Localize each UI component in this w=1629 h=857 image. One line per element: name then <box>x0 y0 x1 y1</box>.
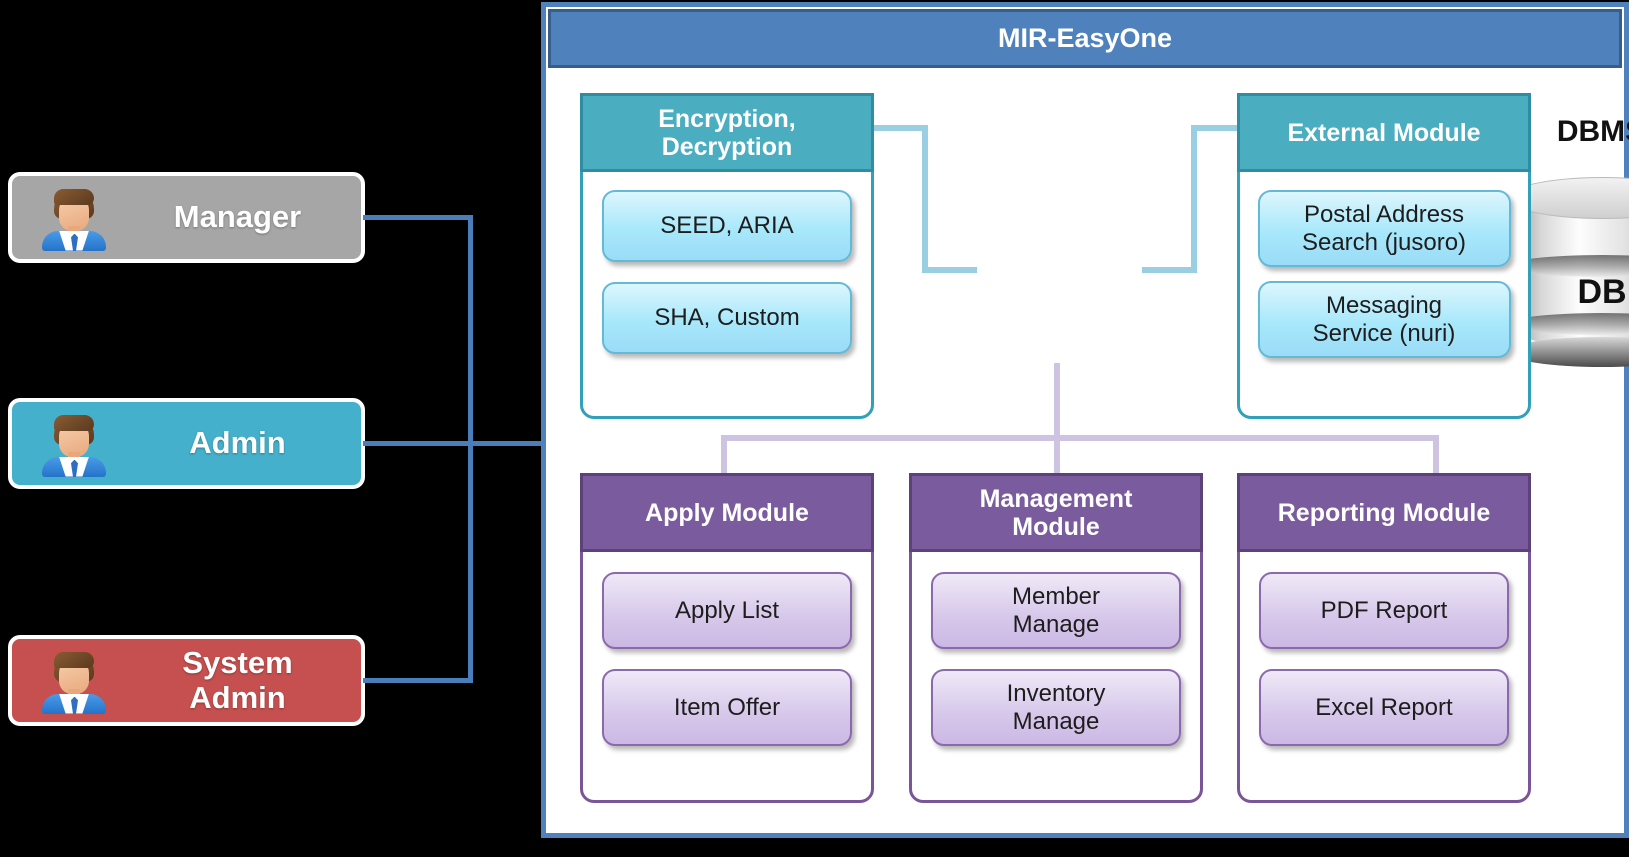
actors-panel: Manager Admin System Admin <box>0 0 568 857</box>
connector-manager-horizontal <box>363 215 473 220</box>
sub-item-item-offer[interactable]: Item Offer <box>602 669 852 746</box>
connector-external-to-db-v <box>1191 125 1197 273</box>
module-reporting-title: Reporting Module <box>1277 498 1491 527</box>
businessman-icon <box>38 187 110 251</box>
sub-item-excel-report-label: Excel Report <box>1315 693 1453 721</box>
dbms-label: DBMS <box>1556 115 1629 148</box>
sub-item-pdf-report-label: PDF Report <box>1320 596 1448 624</box>
sub-item-inventory-manage-label: Inventory Manage <box>1006 679 1106 735</box>
module-external-body: Postal Address Search (jusoro) Messaging… <box>1240 190 1528 358</box>
actor-system-admin[interactable]: System Admin <box>8 635 365 726</box>
sub-item-sha-custom-label: SHA, Custom <box>654 304 800 332</box>
module-apply-body: Apply List Item Offer <box>583 572 871 746</box>
module-encryption-header: Encryption, Decryption <box>580 93 874 172</box>
actor-manager[interactable]: Manager <box>8 172 365 263</box>
connector-bus-to-reporting <box>1433 435 1439 473</box>
connector-encryption-to-db-v <box>922 125 928 273</box>
sub-item-postal-address-search-label: Postal Address Search (jusoro) <box>1301 200 1467 256</box>
connector-systemadmin-horizontal <box>363 678 473 683</box>
module-encryption-body: SEED, ARIA SHA, Custom <box>583 190 871 354</box>
actor-admin[interactable]: Admin <box>8 398 365 489</box>
connector-db-drop <box>1054 363 1060 473</box>
sub-item-excel-report[interactable]: Excel Report <box>1259 669 1509 746</box>
module-apply-title: Apply Module <box>645 498 809 527</box>
connector-actor-trunk-vertical <box>468 215 473 683</box>
module-management-header: Management Module <box>909 473 1203 552</box>
sub-item-item-offer-label: Item Offer <box>673 693 781 721</box>
connector-external-to-db-h2 <box>1142 267 1197 273</box>
businessman-icon <box>38 413 110 477</box>
actor-admin-label: Admin <box>189 425 286 461</box>
sub-item-messaging-service-label: Messaging Service (nuri) <box>1312 291 1456 347</box>
businessman-icon <box>38 650 110 714</box>
module-reporting-body: PDF Report Excel Report <box>1240 572 1528 746</box>
sub-item-member-manage-label: Member Manage <box>1011 582 1101 638</box>
sub-item-apply-list[interactable]: Apply List <box>602 572 852 649</box>
connector-bus-to-apply <box>721 435 727 473</box>
module-external[interactable]: External Module Postal Address Search (j… <box>1237 93 1531 419</box>
module-management-title: Management Module <box>979 484 1133 541</box>
connector-encryption-to-db-h2 <box>922 267 977 273</box>
sub-item-pdf-report[interactable]: PDF Report <box>1259 572 1509 649</box>
database-label: DB <box>1577 273 1627 311</box>
sub-item-member-manage[interactable]: Member Manage <box>931 572 1181 649</box>
sub-item-postal-address-search[interactable]: Postal Address Search (jusoro) <box>1257 190 1511 267</box>
module-management[interactable]: Management Module Member Manage Inventor… <box>909 473 1203 803</box>
application-panel: MIR-EasyOne DBMS DB Encryption, Decrypti… <box>541 2 1629 838</box>
sub-item-messaging-service[interactable]: Messaging Service (nuri) <box>1257 281 1511 358</box>
module-encryption-title: Encryption, Decryption <box>658 104 796 161</box>
module-encryption[interactable]: Encryption, Decryption SEED, ARIA SHA, C… <box>580 93 874 419</box>
connector-encryption-to-db-h1 <box>873 125 928 131</box>
sub-item-sha-custom[interactable]: SHA, Custom <box>602 282 852 354</box>
sub-item-inventory-manage[interactable]: Inventory Manage <box>931 669 1181 746</box>
module-external-header: External Module <box>1237 93 1531 172</box>
module-reporting-header: Reporting Module <box>1237 473 1531 552</box>
module-reporting[interactable]: Reporting Module PDF Report Excel Report <box>1237 473 1531 803</box>
app-title-bar: MIR-EasyOne <box>548 9 1622 68</box>
connector-admin-horizontal <box>363 441 473 446</box>
sub-item-apply-list-label: Apply List <box>674 596 780 624</box>
sub-item-seed-aria[interactable]: SEED, ARIA <box>602 190 852 262</box>
connector-bottom-bus <box>721 435 1439 441</box>
sub-item-seed-aria-label: SEED, ARIA <box>660 212 794 240</box>
module-apply-header: Apply Module <box>580 473 874 552</box>
module-external-title: External Module <box>1287 118 1481 147</box>
actor-system-admin-label: System Admin <box>182 644 293 715</box>
actor-manager-label: Manager <box>173 199 302 235</box>
page-title: MIR-EasyOne <box>997 23 1173 53</box>
module-management-body: Member Manage Inventory Manage <box>912 572 1200 746</box>
module-apply[interactable]: Apply Module Apply List Item Offer <box>580 473 874 803</box>
